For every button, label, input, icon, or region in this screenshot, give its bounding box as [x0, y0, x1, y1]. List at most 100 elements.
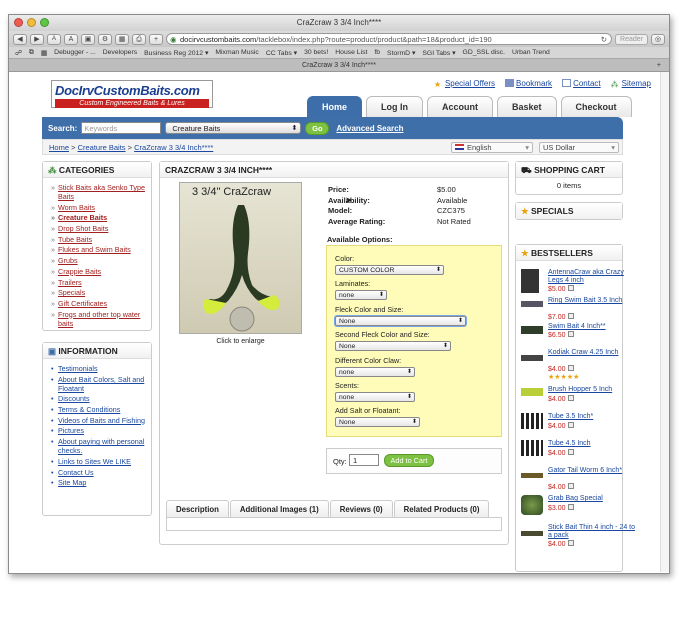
- bookmark-5[interactable]: 30 bets!: [304, 49, 328, 56]
- add-icon[interactable]: [567, 422, 574, 428]
- new-tab-icon[interactable]: +: [657, 59, 661, 72]
- laminates-select[interactable]: none: [335, 290, 387, 300]
- tab-description[interactable]: Description: [166, 500, 229, 517]
- add-icon[interactable]: [567, 331, 574, 337]
- add-icon[interactable]: [567, 313, 574, 319]
- text-smaller-button[interactable]: A: [47, 33, 61, 45]
- go-button[interactable]: Go: [305, 121, 330, 135]
- new-tab-button[interactable]: +: [149, 33, 163, 45]
- category-link[interactable]: Creature Baits: [51, 213, 145, 222]
- back-button[interactable]: ◀: [13, 33, 27, 45]
- gear-icon[interactable]: ⚙: [98, 33, 112, 45]
- category-link[interactable]: Stick Baits aka Senko Type Baits: [51, 183, 145, 201]
- contact-link[interactable]: Contact: [573, 79, 601, 88]
- breadcrumb-product[interactable]: CraZcraw 3 3/4 Inch****: [134, 143, 213, 152]
- fleck-select[interactable]: None: [335, 316, 466, 326]
- search-category-select[interactable]: Creature Baits: [165, 122, 302, 134]
- category-link[interactable]: Drop Shot Baits: [51, 224, 145, 233]
- info-link[interactable]: Contact Us: [51, 468, 145, 477]
- bestseller-name[interactable]: AntennaCraw aka Crazy Legs 4 inch: [548, 269, 640, 285]
- salt-select[interactable]: None: [335, 417, 420, 427]
- info-link[interactable]: Links to Sites We LIKE: [51, 457, 145, 466]
- category-link[interactable]: Crappie Baits: [51, 267, 145, 276]
- bookmark-1[interactable]: Developers: [103, 49, 137, 56]
- add-icon[interactable]: [567, 365, 574, 371]
- tab-related-products[interactable]: Related Products (0): [393, 500, 490, 517]
- bookmark-0[interactable]: Debugger - ...: [54, 49, 96, 56]
- tab-account[interactable]: Account: [427, 96, 494, 117]
- bestseller-name[interactable]: Swim Bait 4 Inch**: [548, 323, 640, 331]
- add-icon[interactable]: [567, 540, 574, 546]
- category-link[interactable]: Grubs: [51, 256, 145, 265]
- forward-button[interactable]: ▶: [30, 33, 44, 45]
- category-link[interactable]: Gift Certificates: [51, 299, 145, 308]
- bookmark-3[interactable]: Mixman Music: [215, 49, 258, 56]
- add-icon[interactable]: [567, 285, 574, 291]
- category-link[interactable]: Trailers: [51, 278, 145, 287]
- scrollbar[interactable]: [660, 72, 669, 572]
- tab-checkout[interactable]: Checkout: [560, 96, 632, 117]
- add-to-cart-button[interactable]: Add to Cart: [384, 454, 434, 467]
- info-link[interactable]: Videos of Baits and Fishing: [51, 416, 145, 425]
- breadcrumb-home[interactable]: Home: [49, 143, 69, 152]
- info-link[interactable]: About paying with personal checks.: [51, 437, 145, 455]
- bestseller-name[interactable]: Gator Tail Worm 6 Inch*: [548, 467, 640, 475]
- bookmark-10[interactable]: GD_SSL disc.: [463, 49, 505, 56]
- bookmark-11[interactable]: Urban Trend: [512, 49, 550, 56]
- sitemap-link[interactable]: Sitemap: [622, 79, 651, 88]
- tab-additional-images[interactable]: Additional Images (1): [229, 500, 329, 517]
- text-larger-button[interactable]: A: [64, 33, 78, 45]
- tab-reviews[interactable]: Reviews (0): [329, 500, 393, 517]
- second-fleck-select[interactable]: None: [335, 341, 451, 351]
- click-to-enlarge[interactable]: Click to enlarge: [179, 338, 302, 345]
- category-link[interactable]: Frogs and other top water baits: [51, 310, 145, 328]
- bestseller-name[interactable]: Brush Hopper 5 Inch: [548, 386, 640, 394]
- bookmark-6[interactable]: House List: [335, 49, 367, 56]
- tab-basket[interactable]: Basket: [497, 96, 557, 117]
- scents-select[interactable]: none: [335, 392, 415, 402]
- minimize-button[interactable]: [27, 18, 36, 27]
- search-input[interactable]: Keywords: [81, 122, 162, 134]
- bookmark-9[interactable]: SGI Tabs ▾: [422, 49, 455, 57]
- add-icon[interactable]: [567, 395, 574, 401]
- tab-login[interactable]: Log In: [366, 96, 424, 117]
- bestseller-name[interactable]: Kodiak Craw 4.25 Inch: [548, 349, 640, 357]
- bestseller-name[interactable]: Ring Swim Bait 3.5 Inch: [548, 297, 640, 305]
- bestseller-name[interactable]: Grab Bag Special: [548, 495, 640, 503]
- book-icon[interactable]: ☍: [15, 49, 22, 57]
- breadcrumb-category[interactable]: Creature Baits: [78, 143, 126, 152]
- info-link[interactable]: Testimonials: [51, 364, 145, 373]
- advanced-search-link[interactable]: Advanced Search: [336, 124, 403, 133]
- category-link[interactable]: Tube Baits: [51, 235, 145, 244]
- top-sites-icon[interactable]: ▦: [41, 49, 47, 57]
- currency-select[interactable]: US Dollar: [539, 142, 619, 153]
- zoom-button[interactable]: [40, 18, 49, 27]
- grid-icon[interactable]: ▦: [115, 33, 129, 45]
- add-icon[interactable]: [567, 483, 574, 489]
- reload-icon[interactable]: ↻: [601, 34, 607, 44]
- claw-select[interactable]: none: [335, 367, 415, 377]
- bestseller-name[interactable]: Stick Bait Thin 4 inch - 24 to a pack: [548, 524, 640, 540]
- info-link[interactable]: Terms & Conditions: [51, 405, 145, 414]
- info-link[interactable]: About Bait Colors, Salt and Floatant: [51, 375, 145, 393]
- bookmark-2[interactable]: Business Reg 2012 ▾: [144, 49, 208, 57]
- reading-list-icon[interactable]: ⧉: [29, 49, 34, 57]
- address-bar[interactable]: ◉ docirvcustombaits.com/tacklebox/index.…: [166, 33, 613, 45]
- add-icon[interactable]: [567, 449, 574, 455]
- color-select[interactable]: CUSTOM COLOR: [335, 265, 444, 275]
- print-icon[interactable]: ⎙: [132, 33, 146, 45]
- product-image[interactable]: 3 3/4" CraZcraw: [179, 182, 302, 334]
- browser-tab[interactable]: CraZcraw 3 3/4 Inch**** +: [9, 59, 669, 72]
- category-link[interactable]: Flukes and Swim Baits: [51, 245, 145, 254]
- bookmark-8[interactable]: StormD ▾: [387, 49, 415, 57]
- bookmark-4[interactable]: CC Tabs ▾: [266, 49, 297, 57]
- bookmark-link[interactable]: Bookmark: [516, 79, 552, 88]
- reader-button[interactable]: Reader: [615, 33, 648, 45]
- bookmark-7[interactable]: fb: [374, 49, 380, 56]
- bestseller-name[interactable]: Tube 3.5 Inch*: [548, 413, 640, 421]
- close-button[interactable]: [14, 18, 23, 27]
- category-link[interactable]: Worm Baits: [51, 203, 145, 212]
- image-icon[interactable]: ▣: [81, 33, 95, 45]
- special-offers-link[interactable]: Special Offers: [445, 79, 495, 88]
- stop-icon[interactable]: ◎: [651, 33, 665, 45]
